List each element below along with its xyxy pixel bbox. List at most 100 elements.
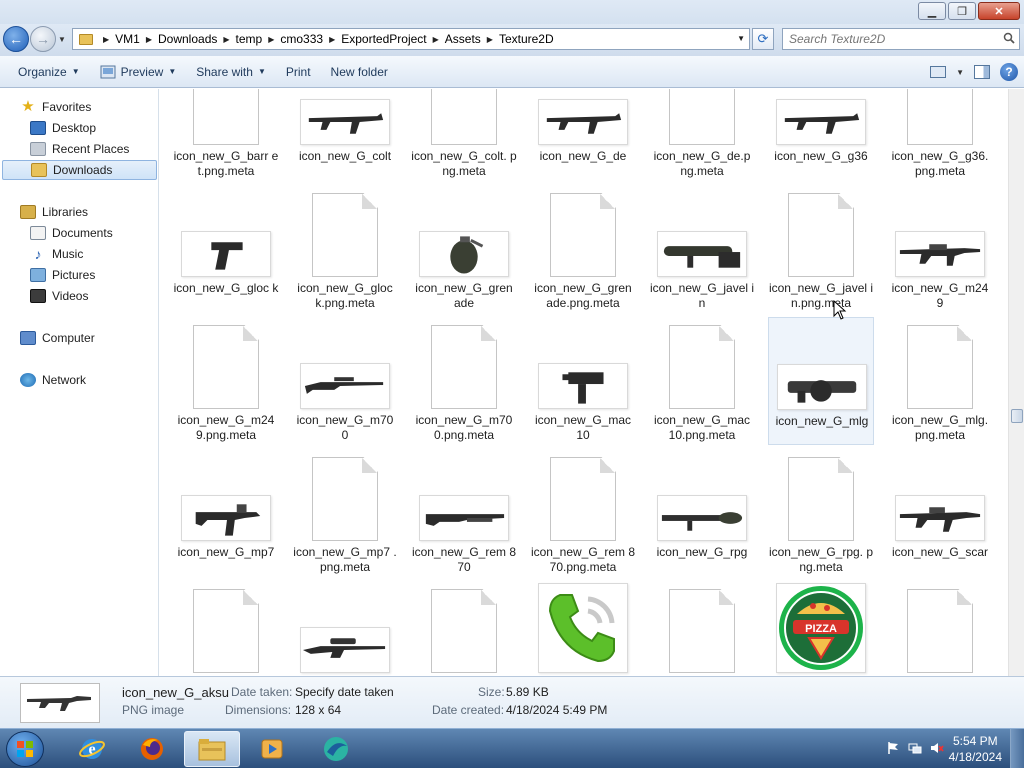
- file-item[interactable]: icon_new_G_mlg. png.meta: [887, 317, 993, 445]
- network-status-icon[interactable]: [908, 741, 922, 755]
- nav-network[interactable]: Network: [20, 370, 86, 390]
- file-item[interactable]: icon_new_G_colt. png.meta: [411, 89, 517, 181]
- file-item[interactable]: icon_phone.png. meta: [649, 581, 755, 676]
- nav-libraries[interactable]: Libraries: [20, 202, 88, 222]
- address-dropdown-button[interactable]: ▼: [737, 34, 745, 43]
- file-thumbnail: [300, 583, 390, 673]
- new-folder-button[interactable]: New folder: [321, 58, 398, 86]
- file-item[interactable]: icon_new_G_scar: [887, 449, 993, 577]
- share-with-menu[interactable]: Share with ▼: [186, 58, 276, 86]
- nav-favorites[interactable]: ★ Favorites: [20, 97, 91, 117]
- forward-button[interactable]: →: [30, 26, 56, 52]
- file-item[interactable]: icon_new_G_gren ade.png.meta: [530, 185, 636, 313]
- file-item[interactable]: icon_new_G_rem 870: [411, 449, 517, 577]
- file-item[interactable]: icon_new_G_de.p ng.meta: [649, 89, 755, 181]
- taskbar-app[interactable]: [308, 731, 364, 767]
- scrollbar-thumb[interactable]: [1011, 409, 1023, 423]
- breadcrumb-item[interactable]: cmo333: [280, 32, 323, 46]
- restore-button[interactable]: ❐: [948, 2, 976, 20]
- search-icon[interactable]: [1003, 32, 1015, 44]
- file-item[interactable]: icon_new_G_mp7: [173, 449, 279, 577]
- file-item[interactable]: icon_new_G_mp7 .png.meta: [292, 449, 398, 577]
- nav-desktop[interactable]: Desktop: [30, 118, 96, 138]
- file-item[interactable]: icon_new_G_mac 10: [530, 317, 636, 445]
- breadcrumb-item[interactable]: ExportedProject: [341, 32, 426, 46]
- file-item[interactable]: icon_new_G_g36: [768, 89, 874, 181]
- downloads-folder-icon: [31, 163, 47, 177]
- clock[interactable]: 5:54 PM 4/18/2024: [949, 733, 1002, 765]
- file-thumbnail: [419, 583, 509, 673]
- back-button[interactable]: ←: [3, 26, 29, 52]
- file-item[interactable]: icon_new_G_gloc k.png.meta: [292, 185, 398, 313]
- organize-menu[interactable]: Organize ▼: [8, 58, 90, 86]
- volume-muted-icon[interactable]: [930, 741, 944, 755]
- close-button[interactable]: ✕: [978, 2, 1020, 20]
- minimize-button[interactable]: ▁: [918, 2, 946, 20]
- file-name: icon_new_G_mlg. png.meta: [891, 413, 989, 442]
- file-item[interactable]: icon_new_G_barr et.png.meta: [173, 89, 279, 181]
- file-item[interactable]: icon_new_G_mlg: [768, 317, 874, 445]
- chevron-down-icon[interactable]: ▼: [956, 68, 964, 77]
- file-item[interactable]: PIZZAicon_pizza: [768, 581, 874, 676]
- file-item[interactable]: icon_new_G_colt: [292, 89, 398, 181]
- file-item[interactable]: icon_new_G_svd. png.meta: [411, 581, 517, 676]
- file-item[interactable]: icon_new_G_m70 0.png.meta: [411, 317, 517, 445]
- selected-file-name: icon_new_G_aksu: [122, 685, 229, 700]
- file-item[interactable]: icon_pizza.png.m eta: [887, 581, 993, 676]
- nav-music[interactable]: ♪ Music: [30, 244, 84, 264]
- file-item[interactable]: icon_new_G_scar. png.meta: [173, 581, 279, 676]
- flag-icon[interactable]: [886, 741, 900, 755]
- file-item[interactable]: icon_new_G_de: [530, 89, 636, 181]
- taskbar-media-player[interactable]: [244, 731, 300, 767]
- nav-recent-places[interactable]: Recent Places: [30, 139, 129, 159]
- search-input[interactable]: [789, 32, 994, 46]
- nav-videos[interactable]: Videos: [30, 286, 88, 306]
- file-item[interactable]: icon_new_G_gloc k: [173, 185, 279, 313]
- file-item[interactable]: icon_new_G_m70 0: [292, 317, 398, 445]
- help-icon[interactable]: ?: [1000, 63, 1018, 81]
- print-button[interactable]: Print: [276, 58, 321, 86]
- breadcrumb-separator-icon[interactable]: ▶: [146, 35, 152, 44]
- breadcrumb-item[interactable]: VM1: [115, 32, 140, 46]
- breadcrumb-item[interactable]: temp: [236, 32, 263, 46]
- nav-pictures[interactable]: Pictures: [30, 265, 95, 285]
- address-bar[interactable]: ▶ VM1 ▶ Downloads ▶ temp ▶ cmo333 ▶ ExportedProje…: [72, 28, 750, 50]
- recent-pages-dropdown[interactable]: ▼: [58, 35, 66, 44]
- file-item[interactable]: icon_new_G_g36. png.meta: [887, 89, 993, 181]
- preview-menu[interactable]: Preview ▼: [90, 58, 187, 86]
- file-item[interactable]: icon_new_G_gren ade: [411, 185, 517, 313]
- nav-computer[interactable]: Computer: [20, 328, 95, 348]
- change-view-icon[interactable]: [930, 66, 947, 78]
- breadcrumb-item[interactable]: Assets: [445, 32, 481, 46]
- file-item[interactable]: icon_new_G_rem 870.png.meta: [530, 449, 636, 577]
- file-item[interactable]: icon_new_G_m24 9: [887, 185, 993, 313]
- refresh-button[interactable]: ⟳: [752, 28, 774, 50]
- vertical-scrollbar[interactable]: [1008, 89, 1024, 676]
- breadcrumb-separator-icon[interactable]: ▶: [103, 35, 109, 44]
- breadcrumb-separator-icon[interactable]: ▶: [329, 35, 335, 44]
- preview-pane-icon[interactable]: [974, 65, 990, 79]
- breadcrumb-separator-icon[interactable]: ▶: [268, 35, 274, 44]
- file-item[interactable]: icon_new_G_m24 9.png.meta: [173, 317, 279, 445]
- breadcrumb-separator-icon[interactable]: ▶: [433, 35, 439, 44]
- breadcrumb-separator-icon[interactable]: ▶: [223, 35, 229, 44]
- file-item[interactable]: icon_phone: [530, 581, 636, 676]
- taskbar-firefox[interactable]: [124, 731, 180, 767]
- file-item[interactable]: icon_new_G_rpg: [649, 449, 755, 577]
- file-item[interactable]: icon_new_G_javel in: [649, 185, 755, 313]
- breadcrumb-item[interactable]: Texture2D: [499, 32, 554, 46]
- breadcrumb-separator-icon[interactable]: ▶: [487, 35, 493, 44]
- start-button[interactable]: [6, 731, 44, 767]
- nav-downloads[interactable]: Downloads: [2, 160, 157, 180]
- nav-documents[interactable]: Documents: [30, 223, 113, 243]
- file-item[interactable]: icon_new_G_javel in.png.meta: [768, 185, 874, 313]
- file-item[interactable]: icon_new_G_mac 10.png.meta: [649, 317, 755, 445]
- breadcrumb-item[interactable]: Downloads: [158, 32, 217, 46]
- taskbar-windows-explorer[interactable]: [184, 731, 240, 767]
- taskbar-internet-explorer[interactable]: e: [64, 731, 120, 767]
- date-taken-value[interactable]: Specify date taken: [295, 685, 394, 699]
- show-desktop-button[interactable]: [1010, 729, 1024, 768]
- file-item[interactable]: icon_new_G_rpg. png.meta: [768, 449, 874, 577]
- search-box[interactable]: [782, 28, 1020, 50]
- file-item[interactable]: icon_new_G_svd: [292, 581, 398, 676]
